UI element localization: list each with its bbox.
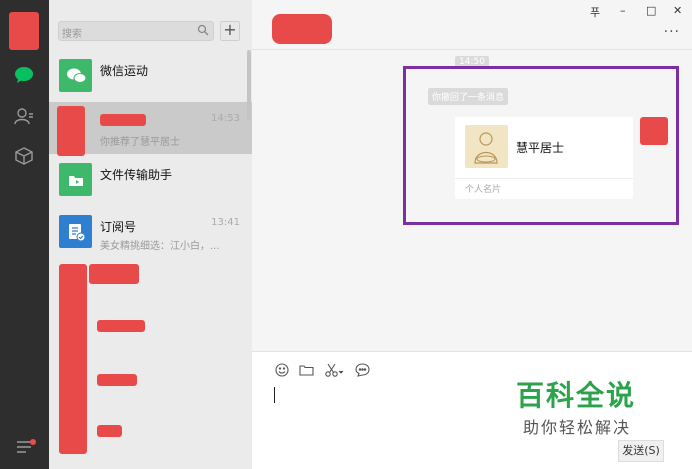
chat-header: 푸 – □ ✕ ··· [252, 0, 692, 50]
notification-dot [30, 439, 36, 445]
wechat-sports-icon [59, 59, 92, 92]
card-divider [455, 178, 633, 179]
card-kind: 个人名片 [465, 185, 502, 195]
card-avatar [465, 125, 508, 168]
system-message: 你撤回了一条消息 [428, 88, 509, 105]
send-button[interactable]: 发送(S) [618, 440, 664, 462]
search-placeholder: 搜索 [62, 29, 82, 40]
redacted-name [97, 320, 145, 332]
conversation-preview: 你推荐了慧平居士 [100, 137, 180, 148]
chat-bubble-icon[interactable] [13, 64, 35, 86]
conversation-preview: 美女精挑细选：江小白，... [100, 241, 220, 252]
conversation-list: 搜索 + 微信运动 14:53 你推荐了慧平居士 文件传输助手 订阅号 13:4… [49, 0, 252, 469]
conversation-title: 订阅号 [100, 220, 137, 234]
avatar[interactable] [9, 12, 39, 50]
card-name: 慧平居士 [516, 141, 565, 155]
minimize-button[interactable]: – [620, 4, 626, 17]
watermark-title: 百科全说 [516, 379, 637, 412]
list-scrollbar[interactable] [247, 50, 251, 120]
screenshot-scissors-icon[interactable] [323, 362, 345, 378]
favorites-box-icon[interactable] [13, 145, 35, 167]
emoji-icon[interactable] [273, 362, 291, 378]
more-options-icon[interactable]: ··· [664, 24, 680, 40]
chat-panel: 푸 – □ ✕ ··· 14:50 你撤回了一条消息 慧平居士 个人名片 百科全… [252, 0, 692, 469]
contact-card-message[interactable]: 慧平居士 个人名片 [455, 117, 633, 199]
left-nav-rail [0, 0, 49, 469]
close-button[interactable]: ✕ [673, 4, 682, 17]
redacted-title [100, 114, 146, 126]
text-cursor [274, 387, 275, 403]
maximize-button[interactable]: □ [646, 4, 656, 17]
redacted-avatars [59, 264, 87, 454]
contacts-icon[interactable] [13, 105, 35, 127]
conversation-title: 微信运动 [100, 64, 149, 78]
search-icon [197, 24, 209, 39]
conversation-title: 文件传输助手 [100, 168, 173, 182]
redacted-name [97, 425, 122, 437]
redacted-avatar [57, 106, 85, 156]
add-button[interactable]: + [220, 21, 240, 41]
conversation-item-file-transfer[interactable]: 文件传输助手 [49, 154, 252, 206]
search-input[interactable]: 搜索 [58, 21, 214, 41]
conversation-time: 14:53 [211, 113, 240, 124]
redacted-name [89, 264, 139, 284]
file-transfer-icon [59, 163, 92, 196]
pin-icon[interactable]: 푸 [590, 4, 600, 20]
redacted-chat-title [272, 14, 332, 44]
conversation-item-wechat-sports[interactable]: 微信运动 [49, 50, 252, 102]
conversation-time: 13:41 [211, 217, 240, 228]
subscriptions-icon [59, 215, 92, 248]
conversation-item-subscriptions[interactable]: 订阅号 13:41 美女精挑细选：江小白，... [49, 206, 252, 258]
folder-icon[interactable] [297, 362, 315, 378]
watermark-subtitle: 助你轻松解决 [523, 418, 632, 437]
chat-history-icon[interactable] [353, 362, 371, 378]
conversation-item-selected[interactable]: 14:53 你推荐了慧平居士 [49, 102, 252, 156]
redacted-sender-avatar [640, 117, 668, 145]
message-input-area[interactable]: 百科全说 助你轻松解决 发送(S) [252, 351, 692, 469]
redacted-name [97, 374, 137, 386]
